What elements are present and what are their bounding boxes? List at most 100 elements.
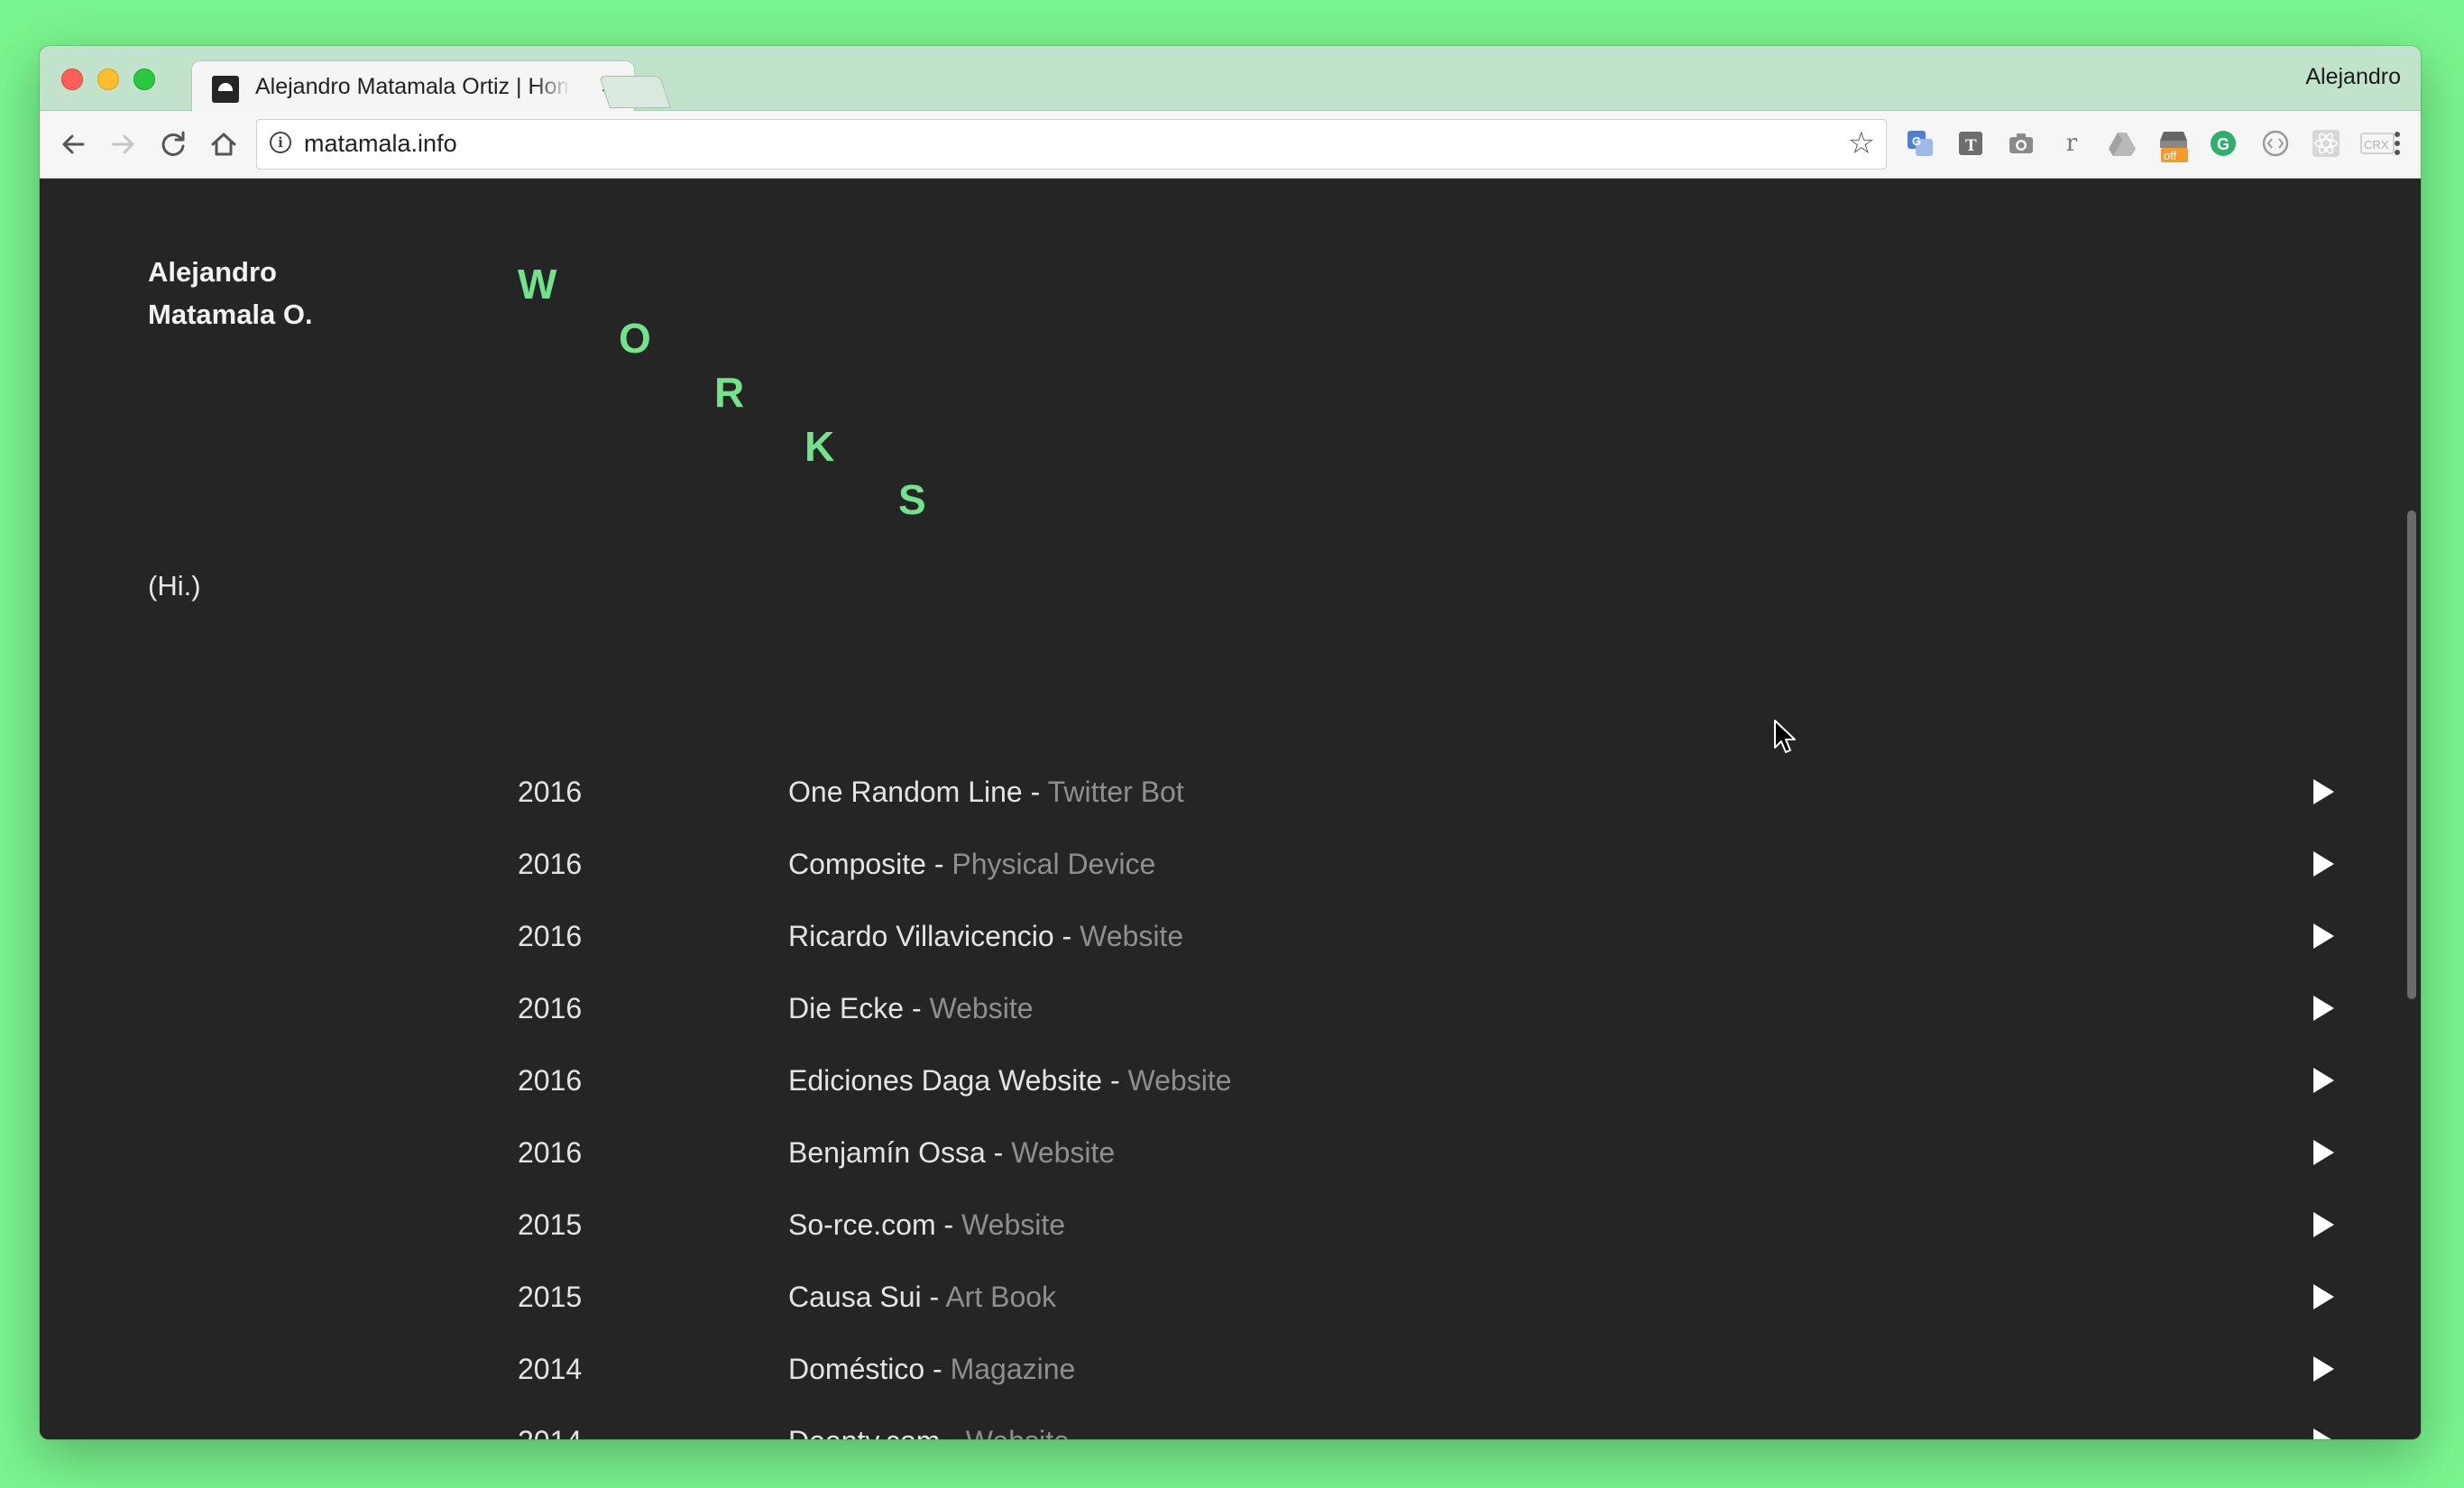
- drive-icon[interactable]: [2107, 128, 2138, 159]
- work-row[interactable]: 2015 Causa Sui - Art Book: [40, 1281, 2421, 1353]
- work-title-link[interactable]: Causa Sui - Art Book: [788, 1281, 1056, 1314]
- svg-text:G: G: [1912, 134, 1921, 148]
- work-separator: -: [1053, 920, 1080, 952]
- works-letter-r: R: [714, 369, 746, 416]
- profile-name[interactable]: Alejandro: [2305, 64, 2401, 90]
- work-separator: -: [921, 1281, 946, 1313]
- work-separator: -: [925, 848, 952, 880]
- works-letter-s: S: [898, 476, 927, 523]
- scrollbar-thumb[interactable]: [2407, 510, 2416, 999]
- address-bar[interactable]: i matamala.info ☆: [256, 119, 1887, 170]
- zoom-window-button[interactable]: [133, 69, 155, 90]
- scrollbar[interactable]: [2403, 179, 2421, 1439]
- work-type: Website: [961, 1208, 1066, 1241]
- work-year: 2016: [518, 1064, 583, 1097]
- author-name-line1: Alejandro: [148, 256, 277, 288]
- work-name: Ricardo Villavicencio: [788, 920, 1054, 952]
- work-separator: -: [940, 1425, 965, 1439]
- work-name: Ediciones Daga Website: [788, 1064, 1103, 1097]
- work-year: 2016: [518, 920, 583, 952]
- play-arrow-icon[interactable]: [2313, 851, 2334, 877]
- work-row[interactable]: 2016 Ediciones Daga Website - Website: [40, 1064, 2421, 1136]
- work-row[interactable]: 2016 Die Ecke - Website: [40, 992, 2421, 1064]
- bookmark-star-icon[interactable]: ☆: [1848, 125, 1875, 161]
- play-arrow-icon[interactable]: [2313, 1428, 2334, 1439]
- work-separator: -: [985, 1136, 1012, 1169]
- work-title-link[interactable]: Doméstico - Magazine: [788, 1353, 1075, 1386]
- play-arrow-icon[interactable]: [2313, 1284, 2334, 1309]
- work-title-link[interactable]: Benjamín Ossa - Website: [788, 1136, 1115, 1170]
- author-name[interactable]: Alejandro Matamala O.: [148, 251, 313, 335]
- arrow-left-icon: [62, 134, 85, 154]
- play-arrow-icon[interactable]: [2313, 923, 2334, 949]
- minimize-window-button[interactable]: [97, 69, 119, 90]
- play-arrow-icon[interactable]: [2313, 1068, 2334, 1093]
- work-row[interactable]: 2016 Ricardo Villavicencio - Website: [40, 920, 2421, 992]
- work-year: 2016: [518, 992, 583, 1024]
- works-letter-w: W: [518, 261, 558, 308]
- work-year: 2016: [518, 1136, 583, 1169]
- tab-active[interactable]: Alejandro Matamala Ortiz | Home ×: [191, 60, 635, 112]
- work-type: Website: [1011, 1136, 1116, 1169]
- back-button[interactable]: [54, 124, 94, 164]
- play-arrow-icon[interactable]: [2313, 996, 2334, 1021]
- react-icon[interactable]: [2311, 128, 2341, 159]
- work-title-link[interactable]: Ricardo Villavicencio - Website: [788, 920, 1183, 953]
- play-arrow-icon[interactable]: [2313, 779, 2334, 804]
- play-arrow-icon[interactable]: [2313, 1140, 2334, 1165]
- close-window-button[interactable]: [61, 69, 83, 90]
- forward-button[interactable]: [103, 124, 143, 164]
- tab-strip: Alejandro Matamala Ortiz | Home × Alejan…: [40, 46, 2421, 112]
- work-year: 2016: [518, 776, 583, 808]
- reload-icon: [161, 131, 185, 156]
- menu-dots-icon[interactable]: [2392, 127, 2403, 166]
- work-title-link[interactable]: Deenty.com - Website: [788, 1425, 1070, 1439]
- work-year: 2015: [518, 1208, 583, 1241]
- info-icon[interactable]: i: [270, 132, 291, 153]
- work-name: Benjamín Ossa: [788, 1136, 986, 1169]
- camera-icon[interactable]: [2006, 128, 2036, 159]
- work-title-link[interactable]: Ediciones Daga Website - Website: [788, 1064, 1232, 1098]
- work-separator: -: [1102, 1064, 1128, 1097]
- svg-text:off: off: [2164, 149, 2177, 162]
- work-title-link[interactable]: One Random Line - Twitter Bot: [788, 776, 1184, 809]
- work-separator: -: [1022, 776, 1048, 808]
- translate-icon[interactable]: G: [1905, 128, 1935, 159]
- work-row[interactable]: 2014 Deenty.com - Website: [40, 1425, 2421, 1439]
- work-title-link[interactable]: Die Ecke - Website: [788, 992, 1034, 1025]
- work-type: Magazine: [950, 1353, 1076, 1385]
- author-name-line2: Matamala O.: [148, 299, 313, 330]
- home-button[interactable]: [204, 124, 244, 164]
- work-year: 2014: [518, 1353, 583, 1385]
- work-row[interactable]: 2016 Composite - Physical Device: [40, 848, 2421, 920]
- work-year: 2016: [518, 848, 583, 880]
- new-tab-button[interactable]: [599, 76, 671, 108]
- work-type: Art Book: [945, 1281, 1057, 1313]
- crx-icon[interactable]: CRX: [2359, 128, 2395, 159]
- work-row[interactable]: 2016 Benjamín Ossa - Website: [40, 1136, 2421, 1208]
- work-name: One Random Line: [788, 776, 1023, 808]
- browser-toolbar: i matamala.info ☆ G T r off G CRX: [40, 111, 2421, 179]
- code-icon[interactable]: [2260, 128, 2291, 159]
- work-row[interactable]: 2016 One Random Line - Twitter Bot: [40, 776, 2421, 848]
- greeting-text: (Hi.): [148, 570, 201, 602]
- work-separator: -: [904, 992, 930, 1024]
- works-letter-o: O: [619, 315, 652, 362]
- work-title-link[interactable]: So-rce.com - Website: [788, 1208, 1065, 1242]
- work-year: 2014: [518, 1425, 582, 1439]
- work-type: Website: [1127, 1064, 1232, 1097]
- text-icon[interactable]: T: [1955, 128, 1986, 159]
- work-year: 2015: [518, 1281, 583, 1313]
- play-arrow-icon[interactable]: [2313, 1212, 2334, 1237]
- play-arrow-icon[interactable]: [2313, 1356, 2334, 1382]
- url-text[interactable]: matamala.info: [304, 130, 457, 158]
- work-row[interactable]: 2014 Doméstico - Magazine: [40, 1353, 2421, 1425]
- svg-text:CRX: CRX: [2364, 138, 2389, 152]
- work-title-link[interactable]: Composite - Physical Device: [788, 848, 1155, 881]
- work-row[interactable]: 2015 So-rce.com - Website: [40, 1208, 2421, 1281]
- work-type: Twitter Bot: [1047, 776, 1184, 808]
- grammarly-icon[interactable]: G: [2208, 128, 2239, 159]
- off-badge-icon[interactable]: off: [2156, 128, 2192, 162]
- r-icon[interactable]: r: [2056, 128, 2087, 159]
- reload-button[interactable]: [153, 124, 193, 164]
